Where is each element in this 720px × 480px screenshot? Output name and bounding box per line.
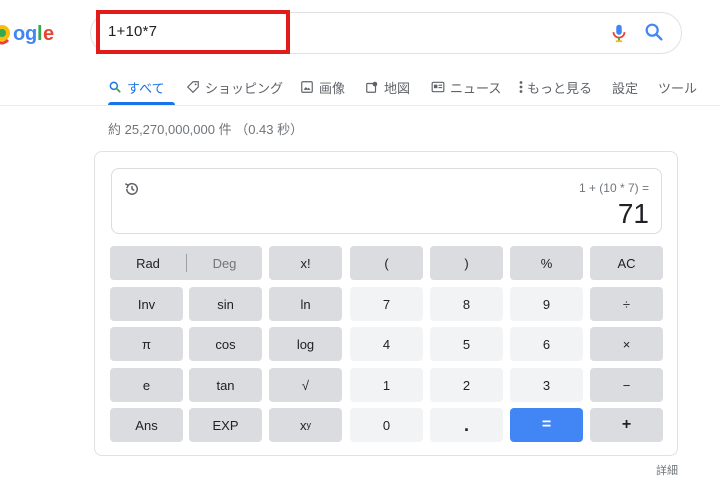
digit-1-button[interactable]: 1 [350,368,423,402]
tab-label: すべて [127,80,165,96]
svg-text:e: e [43,23,54,45]
svg-text:g: g [25,23,37,45]
search-icon [108,80,122,94]
open-paren-button[interactable]: ( [350,246,423,280]
tab-label: 画像 [319,80,346,96]
tab-label: ニュース [450,80,502,96]
power-exponent: y [306,420,312,430]
google-logo[interactable]: o g l e [0,18,58,48]
calculator-expression: 1 + (10 * 7) = [578,181,649,195]
tab-images[interactable]: 画像 [300,70,345,104]
history-icon[interactable] [123,180,141,198]
microphone-icon[interactable] [608,22,630,44]
tab-all[interactable]: すべて [108,70,165,104]
search-input[interactable]: 1+10*7 [108,23,157,40]
digit-5-button[interactable]: 5 [430,327,503,361]
calculator-card: 1 + (10 * 7) = 71 Rad Deg x! ( ) % AC In… [94,151,678,456]
details-link[interactable]: 詳細 [656,462,678,478]
svg-text:o: o [13,23,25,45]
image-icon [300,80,314,94]
tab-tools[interactable]: ツール [658,70,697,104]
digit-4-button[interactable]: 4 [350,327,423,361]
tab-maps[interactable]: 地図 [365,70,410,104]
rad-deg-toggle[interactable]: Rad Deg [110,246,262,280]
close-paren-button[interactable]: ) [430,246,503,280]
calculator-result: 71 [617,198,649,229]
tab-shopping[interactable]: ショッピング [186,70,283,104]
euler-button[interactable]: e [110,368,183,402]
news-icon [431,80,445,94]
map-icon [365,80,379,94]
search-tabs: すべて ショッピング 画像 地図 ニュース もっと見る 設定 ツール [0,70,720,106]
ans-button[interactable]: Ans [110,408,183,442]
calculator-display: 1 + (10 * 7) = 71 [111,168,662,234]
tab-label: もっと見る [527,80,593,96]
multiply-button[interactable]: × [590,327,663,361]
all-clear-button[interactable]: AC [590,246,663,280]
more-vert-icon [518,80,524,94]
percent-button[interactable]: % [510,246,583,280]
equals-button[interactable]: = [510,408,583,442]
tan-button[interactable]: tan [189,368,262,402]
active-tab-indicator [108,102,175,105]
factorial-button[interactable]: x! [269,246,342,280]
inverse-button[interactable]: Inv [110,287,183,321]
tab-label: 設定 [612,80,639,96]
tab-settings[interactable]: 設定 [612,70,638,104]
tab-label: ショッピング [205,80,284,96]
divide-button[interactable]: ÷ [590,287,663,321]
digit-6-button[interactable]: 6 [510,327,583,361]
tab-more[interactable]: もっと見る [518,70,592,104]
digit-2-button[interactable]: 2 [430,368,503,402]
search-icon[interactable] [643,21,665,43]
plus-button[interactable]: + [590,408,663,442]
cos-button[interactable]: cos [189,327,262,361]
log-button[interactable]: log [269,327,342,361]
power-button[interactable]: xy [269,408,342,442]
digit-8-button[interactable]: 8 [430,287,503,321]
tag-icon [186,80,200,94]
sqrt-button[interactable]: √ [269,368,342,402]
ln-button[interactable]: ln [269,287,342,321]
rad-button[interactable]: Rad [110,256,186,271]
svg-text:l: l [37,23,43,45]
digit-0-button[interactable]: 0 [350,408,423,442]
decimal-point-button[interactable]: . [430,408,503,442]
result-stats: 約 25,270,000,000 件 （0.43 秒） [108,122,304,137]
deg-button[interactable]: Deg [187,256,262,271]
sin-button[interactable]: sin [189,287,262,321]
digit-9-button[interactable]: 9 [510,287,583,321]
minus-button[interactable]: − [590,368,663,402]
digit-3-button[interactable]: 3 [510,368,583,402]
pi-button[interactable]: π [110,327,183,361]
tab-news[interactable]: ニュース [431,70,501,104]
digit-7-button[interactable]: 7 [350,287,423,321]
tab-label: 地図 [384,80,411,96]
exp-button[interactable]: EXP [189,408,262,442]
calculator-keypad: Rad Deg x! ( ) % AC Inv sin ln 7 8 9 ÷ π… [110,246,663,442]
tab-label: ツール [658,80,698,96]
